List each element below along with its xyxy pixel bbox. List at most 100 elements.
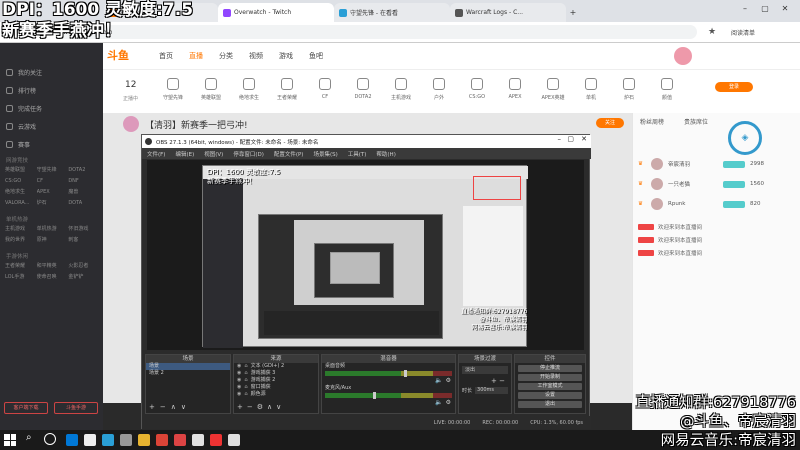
browser-tab-twitch[interactable]: Overwatch - Twitch — [218, 3, 334, 22]
category-item[interactable]: 英雄联盟 — [196, 78, 226, 101]
taskbar-app-icon[interactable] — [138, 434, 150, 446]
sidebar-category-link[interactable]: 金铲铲 — [68, 273, 98, 282]
volume-slider-handle[interactable] — [403, 370, 407, 377]
taskbar-app-icon[interactable] — [228, 434, 240, 446]
eye-icon[interactable]: ◉ — [237, 377, 241, 384]
login-button[interactable]: 登录 — [715, 82, 753, 92]
sidebar-category-link[interactable]: DOTA — [68, 199, 98, 208]
sidebar-category-link[interactable]: 使命召唤 — [37, 273, 67, 282]
eye-icon[interactable]: ◉ — [237, 391, 241, 398]
follow-button[interactable]: 关注 — [596, 118, 624, 128]
category-item[interactable]: CS:GO — [462, 78, 492, 100]
duration-input[interactable]: 300ms — [475, 387, 508, 394]
obs-menu-item[interactable]: 停靠窗口(D) — [233, 150, 264, 158]
eye-icon[interactable]: ◉ — [237, 363, 241, 370]
category-item[interactable]: 单机 — [576, 78, 606, 101]
sidebar-category-link[interactable]: 我的世界 — [5, 236, 35, 245]
transition-add-remove[interactable]: + − — [459, 377, 511, 385]
taskbar-app-icon[interactable] — [66, 434, 78, 446]
maximize-icon[interactable]: ▢ — [758, 2, 772, 16]
obs-menu-item[interactable]: 工具(T) — [348, 150, 367, 158]
new-tab-icon[interactable]: + — [566, 6, 580, 20]
category-item[interactable]: 绝地求生 — [234, 78, 264, 101]
sidebar-category-link[interactable]: APEX — [37, 188, 67, 197]
scenes-toolbar[interactable]: +−∧∨ — [149, 403, 191, 411]
eye-icon[interactable]: ◉ — [237, 384, 241, 391]
rank-row[interactable]: ♛ 一只老猫 1560 — [638, 175, 788, 193]
category-item[interactable]: CF — [310, 78, 340, 100]
windows-start-icon[interactable] — [4, 434, 16, 446]
category-item[interactable]: 户外 — [424, 78, 454, 101]
category-item[interactable]: DOTA2 — [348, 78, 378, 100]
sidebar-item[interactable]: 赛事 — [0, 135, 103, 153]
gear-icon[interactable]: ⚙ — [446, 377, 451, 384]
nav-link[interactable]: 视频 — [249, 51, 263, 61]
user-avatar[interactable] — [674, 47, 692, 65]
taskbar-app-icon[interactable] — [192, 434, 204, 446]
obs-close-icon[interactable]: ✕ — [581, 135, 587, 143]
obs-control-button[interactable]: 工作室模式 — [518, 383, 582, 390]
sidebar-category-link[interactable]: 王者荣耀 — [5, 262, 35, 271]
taskbar-app-icon[interactable] — [84, 434, 96, 446]
taskbar-app-icon[interactable] — [156, 434, 168, 446]
category-item[interactable]: 守望先锋 — [158, 78, 188, 101]
sidebar-category-link[interactable]: LOL手游 — [5, 273, 35, 282]
nav-link[interactable]: 首页 — [159, 51, 173, 61]
obs-control-button[interactable]: 设置 — [518, 392, 582, 399]
search-icon[interactable]: ⌕ — [26, 432, 32, 443]
sidebar-category-link[interactable]: 和平精英 — [37, 262, 67, 271]
tab-noble-seats[interactable]: 贵族席位 — [684, 117, 708, 126]
sources-toolbar[interactable]: +−⚙∧∨ — [237, 403, 285, 411]
lock-icon[interactable]: ⌂ — [244, 370, 247, 377]
nav-link[interactable]: 直播 — [189, 51, 203, 61]
streamer-avatar[interactable] — [123, 116, 139, 132]
sidebar-category-link[interactable]: 守望先锋 — [37, 166, 67, 175]
douyu-logo[interactable]: 斗鱼 — [103, 47, 137, 65]
sidebar-category-link[interactable]: CS:GO — [5, 177, 35, 186]
reading-list[interactable]: 阅读清单 — [731, 28, 755, 37]
obs-menu-item[interactable]: 文件(F) — [147, 150, 165, 158]
obs-control-button[interactable]: 开始录制 — [518, 374, 582, 381]
client-download-button[interactable]: 客户端下载 — [4, 402, 48, 414]
obs-menu-item[interactable]: 场景集(S) — [313, 150, 337, 158]
rank-row[interactable]: ♛ 帝宸清羽 2998 — [638, 155, 788, 173]
obs-control-button[interactable]: 退出 — [518, 401, 582, 408]
scene-item[interactable]: 场景 2 — [146, 370, 230, 377]
speaker-icon[interactable]: 🔈 — [435, 399, 442, 406]
category-item[interactable]: APEX — [500, 78, 530, 100]
lock-icon[interactable]: ⌂ — [244, 363, 247, 370]
category-item[interactable]: 颜值 — [652, 78, 682, 101]
obs-maximize-icon[interactable]: ▢ — [567, 135, 574, 143]
sidebar-category-link[interactable]: 怀旧游戏 — [68, 225, 98, 234]
obs-minimize-icon[interactable]: – — [558, 135, 562, 143]
category-item[interactable]: 炉石 — [614, 78, 644, 101]
lock-icon[interactable]: ⌂ — [244, 384, 247, 391]
sidebar-item[interactable]: 排行榜 — [0, 81, 103, 99]
taskbar-app-icon[interactable] — [210, 434, 222, 446]
source-item[interactable]: ◉ ⌂ 颜色源 — [234, 391, 318, 398]
taskbar-app-icon[interactable] — [102, 434, 114, 446]
cortana-icon[interactable] — [44, 433, 56, 445]
category-item[interactable]: APEX英雄 — [538, 78, 568, 101]
sidebar-item[interactable]: 我的关注 — [0, 63, 103, 81]
gear-icon[interactable]: ⚙ — [446, 399, 451, 406]
browser-tab-warcraftlogs[interactable]: Warcraft Logs - C... — [450, 3, 566, 22]
category-item[interactable]: 王者荣耀 — [272, 78, 302, 101]
source-item[interactable]: ◉ ⌂ 窗口捕获 — [234, 384, 318, 391]
scene-item[interactable]: 场景 — [146, 363, 230, 370]
obs-menu-item[interactable]: 帮助(H) — [376, 150, 395, 158]
sidebar-item[interactable]: 云游戏 — [0, 117, 103, 135]
rank-row[interactable]: ♛ Rpunk 820 — [638, 195, 788, 213]
source-item[interactable]: ◉ ⌂ 游戏捕获 3 — [234, 370, 318, 377]
taskbar-app-icon[interactable] — [120, 434, 132, 446]
sidebar-category-link[interactable]: VALORA... — [5, 199, 35, 208]
sidebar-category-link[interactable]: 绝地求生 — [5, 188, 35, 197]
volume-slider-handle[interactable] — [373, 392, 377, 399]
nav-link[interactable]: 游戏 — [279, 51, 293, 61]
mobile-game-button[interactable]: 斗鱼手游 — [54, 402, 98, 414]
tab-fan-rank[interactable]: 粉丝周榜 — [640, 117, 664, 126]
sidebar-category-link[interactable]: 刺客 — [68, 236, 98, 245]
sidebar-item[interactable]: 完成任务 — [0, 99, 103, 117]
source-item[interactable]: ◉ ⌂ 游戏捕获 2 — [234, 377, 318, 384]
nav-link[interactable]: 鱼吧 — [309, 51, 323, 61]
